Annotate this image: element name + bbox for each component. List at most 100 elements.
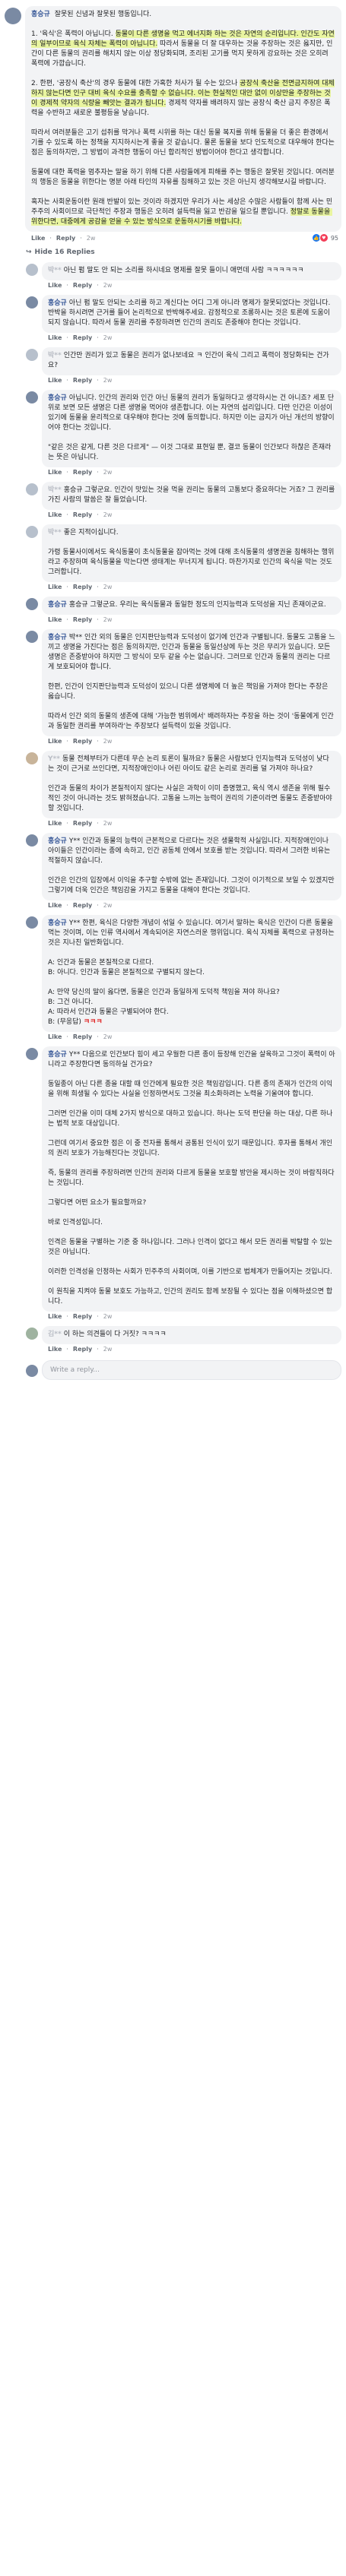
laugh-text: ㅋㅋㅋ	[83, 1018, 103, 1026]
avatar[interactable]	[26, 598, 38, 610]
collapse-arrow-icon: ↪	[26, 248, 32, 256]
comment-bubble: 홍승규 아닙니다. 인간의 권리와 인간 아닌 동물의 권리가 동일하다고 생각하…	[42, 390, 341, 467]
avatar[interactable]	[26, 1328, 38, 1340]
reply-button[interactable]: Reply	[73, 1033, 92, 1040]
reply-button[interactable]: Reply	[73, 377, 92, 384]
reply-button[interactable]: Reply	[56, 235, 75, 242]
reply-button[interactable]: Reply	[73, 469, 92, 476]
reply-button[interactable]: Reply	[73, 616, 92, 623]
like-button[interactable]: Like	[48, 377, 62, 384]
comment-content: 홍승규 홍승규 그렇군요. 우리는 육식동물과 동일한 정도의 인지능력과 도덕성…	[42, 597, 341, 623]
avatar[interactable]	[26, 834, 38, 847]
like-button[interactable]: Like	[48, 902, 62, 909]
comment-actions: Like · Reply · 2w	[48, 282, 113, 289]
comment-time: 2w	[103, 511, 113, 518]
like-button[interactable]: Like	[48, 1346, 62, 1353]
reply-button[interactable]: Reply	[73, 738, 92, 745]
reply-comment: 홍승규 아닌 펌 말도 안되는 소리를 하고 계신다는 어디 그게 아니라 명제가…	[26, 295, 341, 341]
comment-author[interactable]: 홍승규	[48, 634, 67, 641]
comment-actions: Like · Reply · 2w	[48, 616, 113, 623]
comment-actions: Like · Reply · 2w	[48, 334, 113, 341]
comment-bubble: 김** 이 하는 의견들이 다 거짓? ㅋㅋㅋㅋ	[42, 1326, 341, 1344]
reply-comment: 홍승규 Y** 인간과 동물의 능력이 근본적으로 다르다는 것은 생물학적 사실…	[26, 833, 341, 909]
like-button[interactable]: Like	[48, 469, 62, 476]
comment-actions: Like · Reply · 2w	[48, 511, 113, 518]
comment-content: 홍승규 잘못된 신념과 잘못된 행동입니다. 1. '육식'은 폭력이 아닙니다…	[25, 6, 341, 242]
comment-text: 이 하는 의견들이 다 거짓? ㅋㅋㅋㅋ	[63, 1331, 167, 1338]
reply-comment: 박** 인간만 권리가 있고 동물은 권리가 없나보네요 ㅋ 인간이 육식 그리고…	[26, 347, 341, 384]
avatar[interactable]	[26, 349, 38, 361]
comment-author[interactable]: 홍승규	[48, 601, 67, 609]
reply-button[interactable]: Reply	[73, 1313, 92, 1320]
avatar[interactable]	[26, 526, 38, 538]
like-button[interactable]: Like	[48, 738, 62, 745]
comment-author[interactable]: 박**	[48, 529, 62, 536]
avatar[interactable]	[26, 916, 38, 929]
like-button[interactable]: Like	[48, 282, 62, 289]
avatar[interactable]	[26, 631, 38, 643]
like-button[interactable]: Like	[48, 1313, 62, 1320]
comment-time: 2w	[103, 1346, 113, 1353]
reaction-count: 95	[330, 234, 338, 242]
comment-author[interactable]: 김**	[48, 1331, 62, 1338]
comment-content: 홍승규 아닌 펌 말도 안되는 소리를 하고 계신다는 어디 그게 아니라 명제가…	[42, 295, 341, 341]
avatar[interactable]	[26, 264, 38, 276]
comment-feed: 홍승규 잘못된 신념과 잘못된 행동입니다. 1. '육식'은 폭력이 아닙니다…	[0, 0, 346, 1380]
like-button[interactable]: Like	[48, 334, 62, 341]
reply-comment: 홍승규 Y** 다음으로 인간보다 힘이 세고 우월한 다른 종이 등장해 인간을…	[26, 1046, 341, 1320]
avatar[interactable]	[26, 296, 38, 309]
like-button[interactable]: Like	[48, 820, 62, 827]
hide-replies-toggle[interactable]: ↪ Hide 16 Replies	[26, 248, 341, 256]
comment-text: Y** 다음으로 인간보다 힘이 세고 우월한 다른 종이 등장해 인간을 살육…	[48, 1051, 335, 1305]
comment-bubble: 홍승규 Y** 한편, 육식은 다양한 개념이 섞일 수 있습니다. 여기서 말하…	[42, 915, 341, 1032]
reply-button[interactable]: Reply	[73, 282, 92, 289]
comment-author[interactable]: 박**	[48, 267, 62, 274]
like-button[interactable]: Like	[48, 616, 62, 623]
comment-author[interactable]: Y**	[48, 755, 60, 763]
comment-author[interactable]: 홍승규	[48, 919, 67, 927]
like-button[interactable]: Like	[31, 235, 45, 242]
comment-time: 2w	[103, 334, 113, 341]
reply-input[interactable]: Write a reply...	[42, 1360, 341, 1380]
comment-author[interactable]: 박**	[48, 486, 62, 494]
reply-button[interactable]: Reply	[73, 511, 92, 518]
comment-actions: Like · Reply · 2w	[48, 1346, 113, 1353]
comment-content: Y** 동물 전체부터가 다른데 무슨 논리 토론이 될까요? 동물은 사람보다 …	[42, 751, 341, 827]
comment-author[interactable]: 홍승규	[48, 394, 67, 402]
comment-author[interactable]: 홍승규	[31, 11, 50, 18]
comment-author[interactable]: 홍승규	[48, 837, 67, 845]
comment-author[interactable]: 홍승규	[48, 299, 67, 307]
reply-button[interactable]: Reply	[73, 902, 92, 909]
reply-button[interactable]: Reply	[73, 820, 92, 827]
reply-button[interactable]: Reply	[73, 334, 92, 341]
like-button[interactable]: Like	[48, 584, 62, 590]
comment-time: 2w	[103, 738, 113, 745]
comment-bubble: 박** 홍승규 그렇군요. 인간이 맛있는 것을 먹을 권리는 동물의 고통보다 …	[42, 482, 341, 510]
comment-text: Y** 인간과 동물의 능력이 근본적으로 다르다는 것은 생물학적 사실입니다…	[48, 837, 335, 894]
like-button[interactable]: Like	[48, 511, 62, 518]
comment-actions: Like · Reply · 2w	[48, 584, 113, 590]
comment-bubble: Y** 동물 전체부터가 다른데 무슨 논리 토론이 될까요? 동물은 사람보다 …	[42, 751, 341, 818]
comment-text: 박** 인간 외의 동물은 인지판단능력과 도덕성이 없기에 인간과 구별됩니다…	[48, 634, 335, 730]
comment-text: 인간만 권리가 있고 동물은 권리가 없나보네요 ㅋ 인간이 육식 그리고 폭력…	[48, 352, 329, 369]
avatar[interactable]	[26, 483, 38, 495]
avatar[interactable]	[5, 8, 21, 24]
comment-author[interactable]: 박**	[48, 352, 62, 359]
like-button[interactable]: Like	[48, 1033, 62, 1040]
comment-text: 좋은 지적이십니다. 가령 동물사이에서도 육식동물이 초식동물을 잡아먹는 것…	[48, 529, 335, 576]
comment-actions: Like · Reply · 2w	[48, 1313, 113, 1320]
avatar[interactable]	[26, 1048, 38, 1060]
reply-button[interactable]: Reply	[73, 1346, 92, 1353]
comment-author[interactable]: 홍승규	[48, 1051, 67, 1059]
comment-content: 박** 아닌 펌 말도 안 되는 소리를 하시네요 명제를 잘못 들이니 애먼데 …	[42, 262, 341, 289]
avatar[interactable]	[26, 752, 38, 764]
reactions-summary[interactable]: 👍 ♥ 95	[311, 233, 338, 242]
comment-content: 박** 좋은 지적이십니다. 가령 동물사이에서도 육식동물이 초식동물을 잡아먹…	[42, 524, 341, 590]
reply-comment: 홍승규 Y** 한편, 육식은 다양한 개념이 섞일 수 있습니다. 여기서 말하…	[26, 915, 341, 1040]
comment-bubble: 홍승규 Y** 인간과 동물의 능력이 근본적으로 다르다는 것은 생물학적 사실…	[42, 833, 341, 900]
comment-bubble: 홍승규 잘못된 신념과 잘못된 행동입니다. 1. '육식'은 폭력이 아닙니다…	[25, 6, 341, 232]
comment-actions: Like · Reply · 2w 👍 ♥ 95	[31, 233, 338, 242]
avatar[interactable]	[26, 391, 38, 403]
reply-button[interactable]: Reply	[73, 584, 92, 590]
comment-actions: Like · Reply · 2w	[48, 469, 113, 476]
